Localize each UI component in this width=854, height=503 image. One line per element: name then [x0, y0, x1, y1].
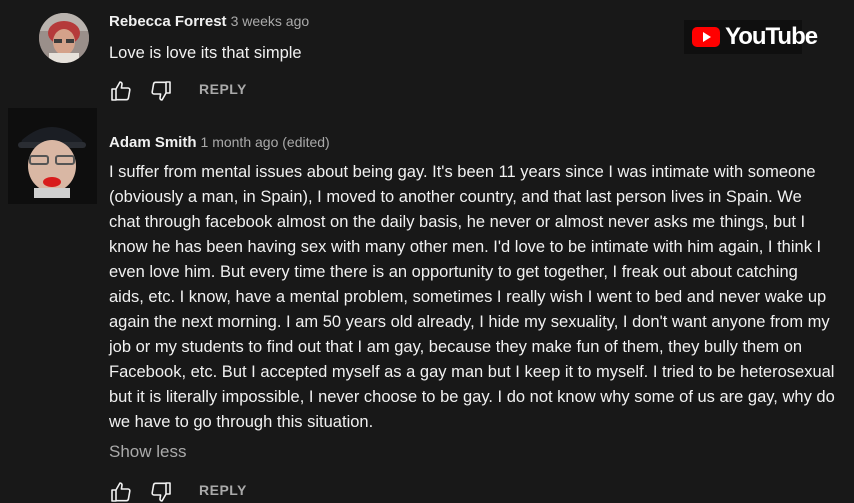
author-name[interactable]: Adam Smith	[109, 134, 197, 151]
comment-timestamp[interactable]: 1 month ago (edited)	[201, 134, 330, 150]
comment-author[interactable]: Adam Smith 1 month ago (edited)	[109, 134, 330, 151]
reply-button[interactable]: REPLY	[199, 482, 247, 498]
author-name[interactable]: Rebecca Forrest	[109, 13, 227, 30]
comments-section: YouTube Rebecca Forrest 3 weeks ago Love …	[0, 0, 854, 503]
comment-author[interactable]: Rebecca Forrest 3 weeks ago	[109, 13, 309, 30]
comment-text: I suffer from mental issues about being …	[109, 163, 835, 431]
comment-thread: Adam Smith 1 month ago (edited) I suffer …	[0, 108, 854, 503]
show-less-button[interactable]: Show less	[109, 442, 186, 462]
comment-thread: Rebecca Forrest 3 weeks ago Love is love …	[0, 0, 854, 110]
avatar-image	[12, 114, 92, 198]
avatar-image	[39, 13, 89, 63]
thumb-down-icon[interactable]	[149, 79, 173, 103]
comment-text: Love is love its that simple	[109, 44, 302, 62]
avatar[interactable]	[39, 13, 89, 63]
thumb-up-icon[interactable]	[109, 480, 133, 503]
reply-button[interactable]: REPLY	[199, 81, 247, 97]
avatar[interactable]	[12, 114, 92, 198]
thumb-down-icon[interactable]	[149, 480, 173, 503]
thumb-up-icon[interactable]	[109, 79, 133, 103]
comment-timestamp[interactable]: 3 weeks ago	[231, 13, 310, 29]
